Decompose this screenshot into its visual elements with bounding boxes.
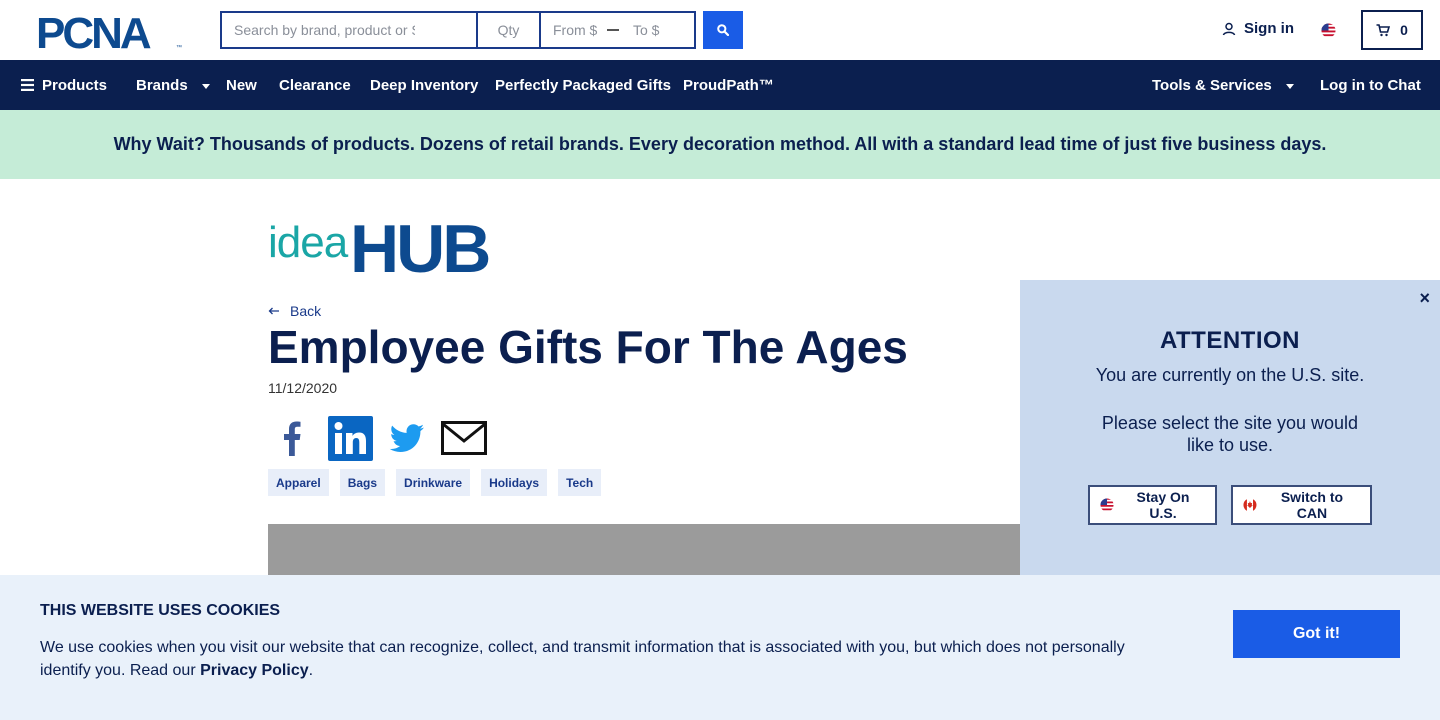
- nav-clearance-label: Clearance: [279, 76, 351, 94]
- nav-deep-inventory[interactable]: Deep Inventory: [370, 60, 478, 110]
- nav-products[interactable]: Products: [21, 60, 107, 110]
- tag-bags[interactable]: Bags: [339, 469, 386, 496]
- sign-in-label: Sign in: [1244, 20, 1294, 37]
- stay-us-button[interactable]: Stay On U.S.: [1088, 485, 1217, 525]
- email-icon[interactable]: [441, 421, 487, 455]
- tag-list: Apparel Bags Drinkware Holidays Tech: [268, 469, 602, 496]
- twitter-icon[interactable]: [389, 424, 425, 454]
- qty-input[interactable]: [488, 13, 529, 47]
- nav-gifts[interactable]: Perfectly Packaged Gifts: [495, 60, 671, 110]
- modal-prompt: Please select the site you would like to…: [1101, 413, 1359, 455]
- nav-new-label: New: [226, 76, 257, 94]
- user-icon: [1222, 22, 1236, 35]
- main-nav: Products Brands New Clearance Deep Inven…: [0, 60, 1440, 110]
- tag-drinkware[interactable]: Drinkware: [396, 469, 471, 496]
- ideahub-logo-hub: HUB: [350, 211, 489, 276]
- nav-clearance[interactable]: Clearance: [279, 60, 351, 110]
- canada-flag-icon: [1243, 498, 1257, 512]
- price-to-input[interactable]: [633, 13, 683, 47]
- privacy-policy-link[interactable]: Privacy Policy: [200, 662, 309, 679]
- us-flag-icon: [1100, 498, 1114, 512]
- nav-proudpath-label: ProudPath™: [683, 76, 774, 94]
- top-header: PCNA ™ Sign in: [0, 0, 1440, 60]
- search-icon: [717, 24, 729, 36]
- sign-in-link[interactable]: Sign in: [1222, 20, 1294, 37]
- logo-text: PCNA: [36, 12, 151, 50]
- promo-text: Why Wait? Thousands of products. Dozens …: [113, 134, 1327, 154]
- back-label: Back: [290, 303, 322, 319]
- switch-can-button[interactable]: Switch to CAN: [1231, 485, 1372, 525]
- cart-button[interactable]: 0: [1361, 10, 1423, 50]
- back-link[interactable]: Back: [268, 303, 321, 319]
- nav-chat-label: Log in to Chat: [1320, 76, 1421, 94]
- price-range: [541, 11, 696, 49]
- arrow-left-icon: [268, 307, 279, 315]
- article-date: 11/12/2020: [268, 380, 338, 396]
- nav-tools-label: Tools & Services: [1152, 76, 1272, 94]
- tag-holidays[interactable]: Holidays: [481, 469, 548, 496]
- hamburger-icon: [21, 79, 34, 91]
- qty-field-wrap: [478, 11, 541, 49]
- nav-gifts-label: Perfectly Packaged Gifts: [495, 76, 671, 94]
- nav-tools-services[interactable]: Tools & Services: [1152, 60, 1294, 110]
- switch-can-label: Switch to CAN: [1280, 489, 1344, 521]
- us-flag-icon[interactable]: [1321, 23, 1336, 38]
- ideahub-logo[interactable]: idea HUB: [268, 210, 520, 276]
- chevron-down-icon: [201, 84, 210, 89]
- search-button[interactable]: [703, 11, 743, 49]
- nav-proudpath[interactable]: ProudPath™: [683, 60, 774, 110]
- search-field-wrap: [220, 11, 478, 49]
- cookie-text: We use cookies when you visit our websit…: [40, 636, 1150, 682]
- price-from-input[interactable]: [553, 13, 603, 47]
- stay-us-label: Stay On U.S.: [1136, 489, 1190, 521]
- nav-new[interactable]: New: [226, 60, 257, 110]
- cart-icon: [1376, 23, 1391, 36]
- cookie-banner: THIS WEBSITE USES COOKIES We use cookies…: [0, 575, 1440, 720]
- range-dash: [607, 29, 619, 31]
- modal-title: ATTENTION: [1159, 327, 1301, 354]
- site-select-modal: × ATTENTION You are currently on the U.S…: [1020, 280, 1440, 580]
- article-title: Employee Gifts For The Ages: [268, 321, 908, 373]
- logo-trademark: ™: [176, 44, 182, 50]
- promo-banner: Why Wait? Thousands of products. Dozens …: [0, 110, 1440, 179]
- nav-brands-label: Brands: [136, 76, 188, 94]
- nav-brands[interactable]: Brands: [136, 60, 210, 110]
- pcna-logo[interactable]: PCNA ™: [36, 12, 184, 50]
- linkedin-icon[interactable]: [328, 416, 373, 461]
- cookie-period: .: [308, 662, 314, 679]
- tag-tech[interactable]: Tech: [558, 469, 602, 496]
- close-icon[interactable]: ×: [1419, 288, 1430, 309]
- search-input[interactable]: [234, 13, 415, 47]
- search-bar: [220, 11, 696, 49]
- nav-chat-login[interactable]: Log in to Chat: [1320, 60, 1421, 110]
- nav-deep-inventory-label: Deep Inventory: [370, 76, 479, 94]
- cookie-title: THIS WEBSITE USES COOKIES: [40, 602, 281, 619]
- cart-count: 0: [1400, 22, 1408, 38]
- ideahub-logo-idea: idea: [268, 218, 349, 267]
- nav-products-label: Products: [42, 76, 108, 94]
- cookie-accept-button[interactable]: Got it!: [1233, 610, 1400, 658]
- tag-apparel[interactable]: Apparel: [268, 469, 329, 496]
- chevron-down-icon: [1285, 84, 1294, 89]
- facebook-icon[interactable]: [280, 420, 306, 456]
- modal-message: You are currently on the U.S. site.: [1095, 365, 1365, 385]
